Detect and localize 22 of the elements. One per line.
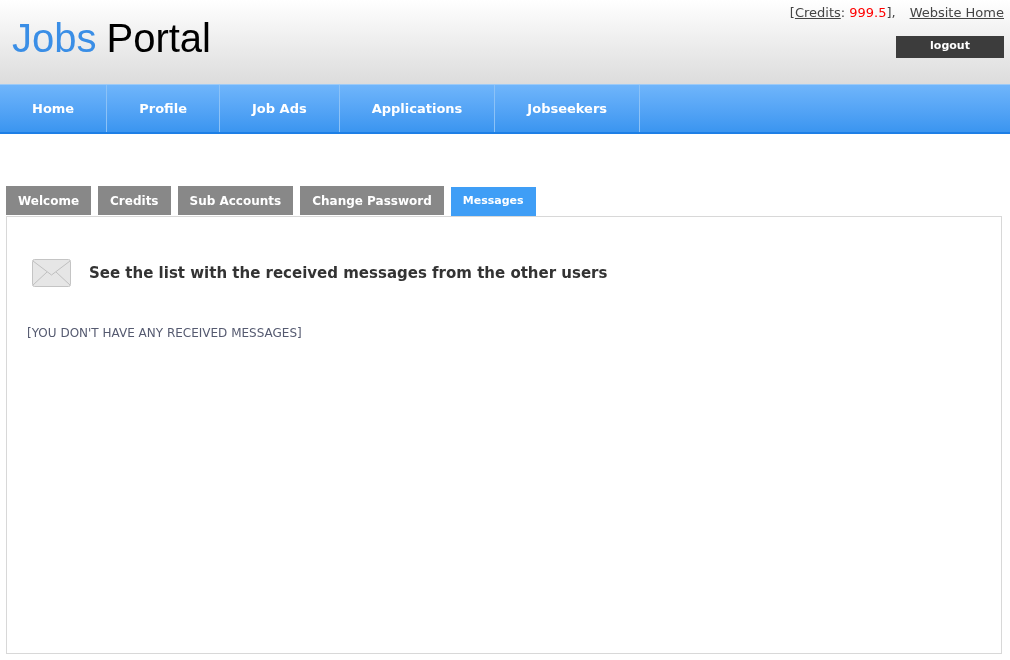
tab[interactable]: Credits [98,186,171,215]
logout-button[interactable]: logout [896,35,1004,58]
logo-text: Portal [106,18,211,58]
credits-link[interactable]: Credits [794,3,841,23]
tab[interactable]: Sub Accounts [177,186,294,215]
website-home-link[interactable]: Website Home [909,3,1004,23]
nav-item[interactable]: Jobseekers [495,85,641,132]
nav-item[interactable]: Job Ads [219,85,340,132]
nav-item[interactable]: Profile [107,85,220,132]
empty-messages-note: [YOU DON'T HAVE ANY RECEIVED MESSAGES] [27,325,303,342]
nav-item[interactable]: Applications [339,85,496,132]
credits-value: 999.5 [849,4,887,22]
nav-item[interactable]: Home [0,85,108,132]
logo-text: Jobs [12,18,97,58]
envelope-icon [32,259,71,287]
separator-text: : [840,4,846,22]
panel-heading: See the list with the received messages from the other users [89,262,608,284]
tab[interactable]: Messages [450,187,536,216]
bracket-text: [ [789,4,795,22]
tab[interactable]: Change Password [300,186,444,215]
tab[interactable]: Welcome [6,186,92,215]
bracket-text: ], [886,4,896,22]
